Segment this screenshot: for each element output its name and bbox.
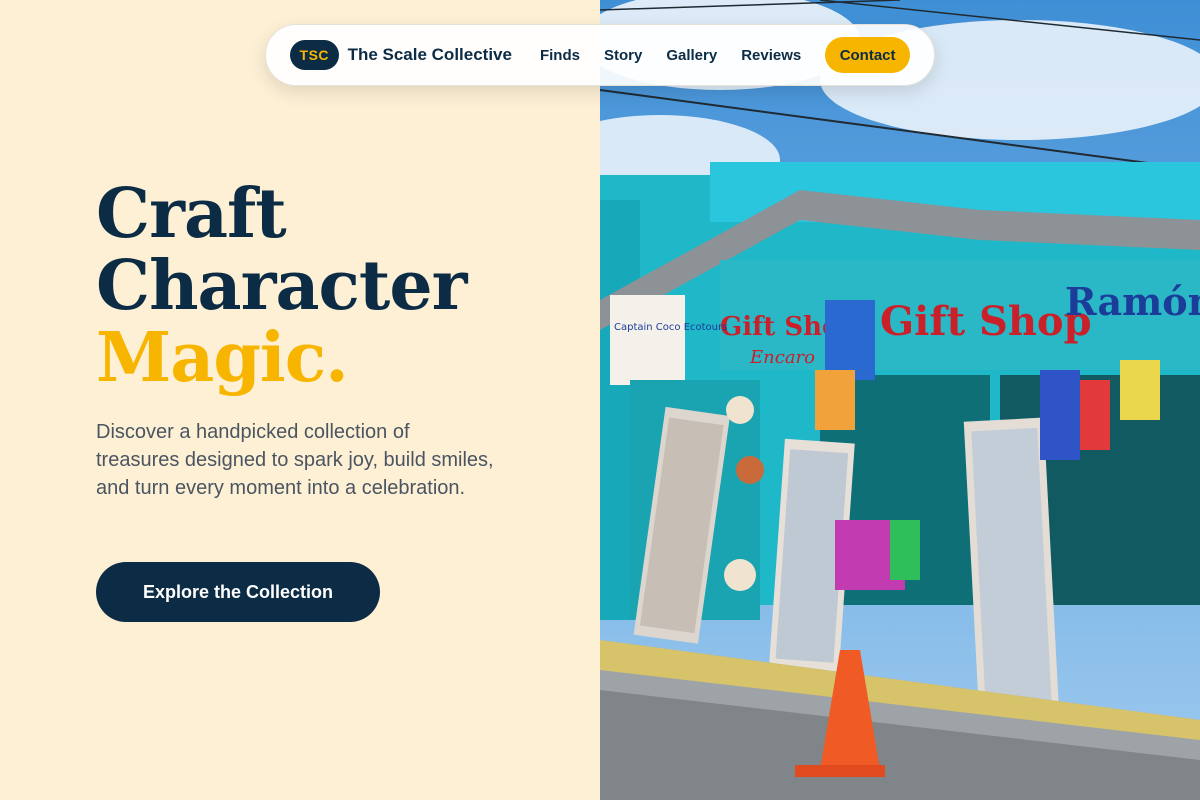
explore-collection-button[interactable]: Explore the Collection — [96, 562, 380, 622]
brand-name[interactable]: The Scale Collective — [348, 45, 512, 65]
hero-left-panel: Craft Character Magic. Discover a handpi… — [0, 0, 600, 800]
sign-main: Gift Shop — [880, 298, 1092, 345]
nav-links: Finds Story Gallery Reviews — [540, 47, 801, 64]
nav-link-finds[interactable]: Finds — [540, 47, 580, 64]
nav-link-gallery[interactable]: Gallery — [666, 47, 717, 64]
contact-button[interactable]: Contact — [825, 37, 910, 73]
gift-shop-illustration: Gift Shop Encaro Gift Shop Ramón Captain… — [600, 0, 1200, 800]
hero-subtitle: Discover a handpicked collection of trea… — [96, 421, 494, 499]
hero-title-line-1: Craft — [96, 174, 287, 254]
hero-title-line-2: Character — [96, 246, 467, 326]
sign-right: Ramón — [1065, 279, 1200, 324]
hero-photo: Gift Shop Encaro Gift Shop Ramón Captain… — [600, 0, 1200, 800]
top-navbar: TSC The Scale Collective Finds Story Gal… — [265, 24, 935, 86]
sign-left-sub: Encaro — [749, 347, 815, 368]
sign-side: Captain Coco Ecotours — [614, 322, 727, 333]
nav-link-reviews[interactable]: Reviews — [741, 47, 801, 64]
hero-title: Craft Character Magic. — [96, 174, 467, 398]
nav-link-story[interactable]: Story — [604, 47, 642, 64]
brand-badge[interactable]: TSC — [290, 40, 339, 70]
hero-title-accent: Magic. — [96, 318, 349, 398]
